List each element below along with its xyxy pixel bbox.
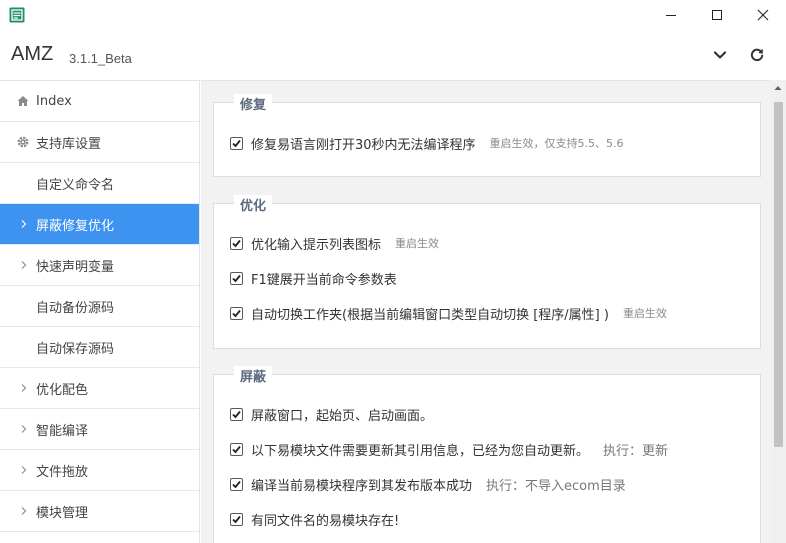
check-icon (232, 515, 241, 523)
option-action: 执行：不导入ecom目录 (486, 478, 626, 494)
option-duplicate-module-name[interactable]: 有同文件名的易模块存在! (230, 510, 400, 529)
checkbox[interactable] (230, 306, 243, 320)
sidebar-item-label: 智能编译 (36, 423, 89, 439)
sidebar-item-custom-command-name[interactable]: 自定义命令名 (0, 163, 199, 204)
close-button[interactable] (740, 0, 786, 30)
check-icon (232, 274, 241, 282)
option-fix-compile-delay[interactable]: 修复易语言刚打开30秒内无法编译程序 重启生效，仅支持5.5、5.6 (230, 134, 624, 153)
app-logo-icon (9, 7, 25, 23)
sidebar: Index 支持库设置 自定义命令名 屏蔽修复优化 快速声明变量 自动备份源码 … (0, 80, 200, 543)
sidebar-item-index[interactable]: Index (0, 81, 199, 122)
option-label: F1键展开当前命令参数表 (251, 272, 397, 288)
sidebar-item-label: 快速声明变量 (36, 259, 115, 275)
sidebar-item-library-settings[interactable]: 支持库设置 (0, 122, 199, 163)
checkbox[interactable] (230, 236, 243, 250)
option-label: 编译当前易模块程序到其发布版本成功 (251, 478, 473, 494)
check-icon (232, 410, 241, 418)
maximize-icon (712, 10, 722, 20)
option-f1-param-table[interactable]: F1键展开当前命令参数表 (230, 269, 397, 288)
sidebar-item-auto-save[interactable]: 自动保存源码 (0, 327, 199, 368)
vertical-scrollbar[interactable] (770, 80, 786, 543)
section-title: 优化 (234, 195, 273, 214)
checkbox[interactable] (230, 407, 243, 421)
option-note: 重启生效 (395, 237, 440, 250)
scroll-up-arrow-icon[interactable] (770, 80, 786, 96)
section-fix: 修复 修复易语言刚打开30秒内无法编译程序 重启生效，仅支持5.5、5.6 (213, 94, 761, 177)
sidebar-item-label: 自动备份源码 (36, 300, 115, 316)
section-title: 修复 (234, 94, 273, 113)
checkbox[interactable] (230, 271, 243, 285)
sidebar-item-label: 自定义命令名 (36, 177, 115, 193)
sidebar-item-label: 模块管理 (36, 505, 89, 521)
maximize-button[interactable] (694, 0, 740, 30)
checkbox[interactable] (230, 136, 243, 150)
option-block-startup-window[interactable]: 屏蔽窗口，起始页、启动画面。 (230, 405, 434, 424)
chevron-right-icon (21, 220, 27, 228)
sidebar-item-optimize-colors[interactable]: 优化配色 (0, 368, 199, 409)
sidebar-item-label: 优化配色 (36, 382, 89, 398)
app-name: AMZ (11, 43, 54, 65)
chevron-down-icon[interactable] (711, 46, 729, 64)
option-action: 执行：更新 (603, 443, 669, 459)
check-icon (232, 480, 241, 488)
option-note: 重启生效，仅支持5.5、5.6 (489, 137, 624, 150)
option-auto-update-module-refs[interactable]: 以下易模块文件需要更新其引用信息，已经为您自动更新。 执行：更新 (230, 440, 669, 459)
close-icon (757, 9, 769, 21)
chevron-right-icon (21, 466, 27, 474)
sidebar-item-label: Index (36, 93, 72, 109)
option-compile-module-success[interactable]: 编译当前易模块程序到其发布版本成功 执行：不导入ecom目录 (230, 475, 626, 494)
sidebar-item-quick-declare-variable[interactable]: 快速声明变量 (0, 245, 199, 286)
option-label: 自动切换工作夹(根据当前编辑窗口类型自动切换 [程序/属性] ) (251, 307, 609, 323)
app-header: AMZ 3.1.1_Beta (0, 30, 786, 80)
section-title: 屏蔽 (234, 366, 273, 385)
sidebar-item-file-drag-drop[interactable]: 文件拖放 (0, 450, 199, 491)
option-label: 屏蔽窗口，起始页、启动画面。 (251, 408, 434, 424)
sidebar-item-label: 自动保存源码 (36, 341, 115, 357)
minimize-icon (666, 15, 676, 16)
sidebar-item-label: 支持库设置 (36, 136, 102, 152)
sidebar-item-label: 文件拖放 (36, 464, 89, 480)
option-label: 优化输入提示列表图标 (251, 237, 382, 253)
option-label: 有同文件名的易模块存在! (251, 513, 400, 529)
option-note: 重启生效 (622, 307, 667, 320)
refresh-icon[interactable] (748, 46, 766, 64)
chevron-right-icon (21, 261, 27, 269)
sidebar-item-auto-backup[interactable]: 自动备份源码 (0, 286, 199, 327)
section-optimize: 优化 优化输入提示列表图标 重启生效 F1键展开当前命令参数表 自动切换工作夹(… (213, 195, 761, 349)
sidebar-item-block-fix-optimize[interactable]: 屏蔽修复优化 (0, 204, 199, 245)
sidebar-item-smart-compile[interactable]: 智能编译 (0, 409, 199, 450)
check-icon (232, 139, 241, 147)
gear-icon (17, 136, 29, 148)
settings-content: 修复 修复易语言刚打开30秒内无法编译程序 重启生效，仅支持5.5、5.6 优化… (201, 80, 770, 543)
option-auto-switch-workspace[interactable]: 自动切换工作夹(根据当前编辑窗口类型自动切换 [程序/属性] ) 重启生效 (230, 304, 667, 323)
scrollbar-thumb[interactable] (774, 102, 783, 447)
sidebar-item-label: 屏蔽修复优化 (36, 218, 115, 234)
check-icon (232, 445, 241, 453)
checkbox[interactable] (230, 477, 243, 491)
checkbox[interactable] (230, 512, 243, 526)
app-version: 3.1.1_Beta (69, 51, 132, 66)
chevron-right-icon (21, 507, 27, 515)
option-optimize-hint-icons[interactable]: 优化输入提示列表图标 重启生效 (230, 234, 440, 253)
checkbox[interactable] (230, 442, 243, 456)
minimize-button[interactable] (648, 0, 694, 30)
option-label: 以下易模块文件需要更新其引用信息，已经为您自动更新。 (251, 443, 590, 459)
chevron-right-icon (21, 425, 27, 433)
option-label: 修复易语言刚打开30秒内无法编译程序 (251, 137, 476, 153)
check-icon (232, 239, 241, 247)
sidebar-item-module-management[interactable]: 模块管理 (0, 491, 199, 532)
chevron-right-icon (21, 384, 27, 392)
home-icon (17, 96, 29, 106)
check-icon (232, 309, 241, 317)
title-bar (0, 0, 786, 30)
section-block: 屏蔽 屏蔽窗口，起始页、启动画面。 以下易模块文件需要更新其引用信息，已经为您自… (213, 366, 761, 543)
